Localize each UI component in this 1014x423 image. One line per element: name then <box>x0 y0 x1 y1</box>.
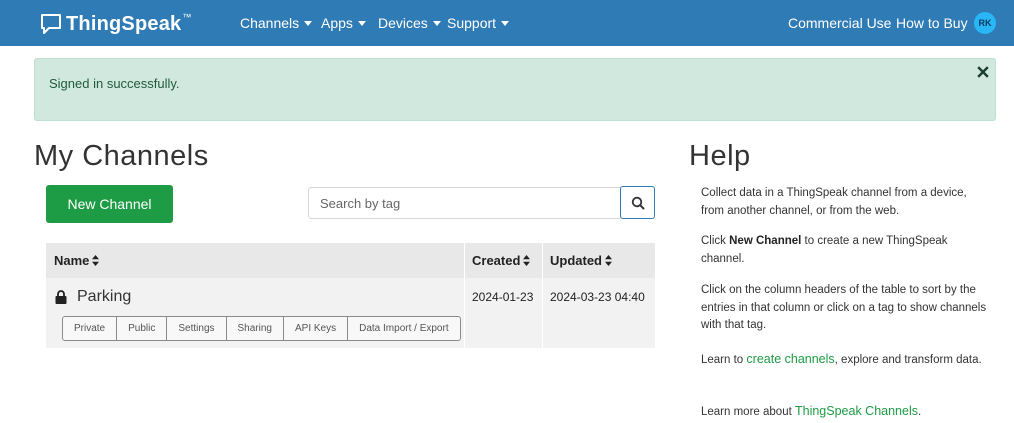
search-icon <box>631 196 644 209</box>
channel-name-link[interactable]: Parking <box>55 288 131 306</box>
column-header-label: Updated <box>550 253 602 268</box>
sharing-button[interactable]: Sharing <box>226 316 284 341</box>
search-button[interactable] <box>620 186 655 219</box>
nav-menu-support[interactable]: Support <box>447 14 510 32</box>
api-keys-button[interactable]: API Keys <box>283 316 349 341</box>
close-icon[interactable] <box>976 65 990 79</box>
thingspeak-channels-link[interactable]: ThingSpeak Channels <box>795 404 918 418</box>
search-by-tag-input[interactable] <box>308 187 621 219</box>
create-channels-link[interactable]: create channels <box>746 352 834 366</box>
lock-icon <box>55 290 67 304</box>
caret-down-icon <box>432 20 441 26</box>
sort-icon <box>523 255 531 266</box>
created-date: 2024-01-23 <box>472 290 534 304</box>
brand-logo[interactable]: ThingSpeak ™ <box>40 10 191 38</box>
nav-menu-channels[interactable]: Channels <box>240 14 313 32</box>
help-paragraph: Click New Channel to create a new ThingS… <box>701 233 991 268</box>
channel-actions: Private Public Settings Sharing API Keys… <box>62 316 461 341</box>
settings-button[interactable]: Settings <box>167 316 227 341</box>
help-paragraph: Learn to create channels, explore and tr… <box>701 351 991 370</box>
help-title: Help <box>689 140 751 172</box>
nav-menu-label: Devices <box>378 15 428 31</box>
updated-date: 2024-03-23 04:40 <box>550 290 645 304</box>
column-header-created[interactable]: Created <box>464 243 542 278</box>
column-header-name[interactable]: Name <box>46 243 464 278</box>
help-text: Learn to <box>701 354 747 366</box>
top-navbar: ThingSpeak ™ Channels Apps Devices Suppo… <box>0 0 1014 46</box>
nav-menu-label: Apps <box>321 15 353 31</box>
channel-name: Parking <box>77 288 132 305</box>
help-text: , explore and transform data. <box>834 354 982 366</box>
chat-bubble-icon <box>41 14 61 34</box>
help-text-bold: New Channel <box>729 235 802 247</box>
column-header-label: Created <box>472 253 521 268</box>
column-header-label: Name <box>54 253 90 268</box>
nav-menu-devices[interactable]: Devices <box>378 14 441 32</box>
help-paragraph: Collect data in a ThingSpeak channel fro… <box>701 187 967 217</box>
user-avatar[interactable]: RK <box>974 12 996 34</box>
help-text: . <box>917 406 922 418</box>
brand-name: ThingSpeak <box>66 12 182 35</box>
public-view-button[interactable]: Public <box>117 316 168 341</box>
nav-menu-apps[interactable]: Apps <box>321 14 366 32</box>
nav-menu-label: Support <box>447 15 497 31</box>
sort-icon <box>92 255 100 266</box>
page-title: My Channels <box>34 140 209 172</box>
success-alert: Signed in successfully. <box>34 58 996 121</box>
caret-down-icon <box>501 20 510 26</box>
nav-link-how-to-buy[interactable]: How to Buy <box>896 14 968 32</box>
private-view-button[interactable]: Private <box>62 316 118 341</box>
channels-table: Name Created Updated Parking Private Pub… <box>46 243 655 348</box>
caret-down-icon <box>357 20 366 26</box>
help-text: Click <box>701 235 730 247</box>
column-divider <box>542 243 543 348</box>
column-header-updated[interactable]: Updated <box>542 243 655 278</box>
help-paragraph: Click on the column headers of the table… <box>701 284 987 331</box>
new-channel-button[interactable]: New Channel <box>46 185 173 223</box>
nav-link-commercial-use[interactable]: Commercial Use <box>788 14 891 32</box>
caret-down-icon <box>304 20 313 26</box>
alert-message: Signed in successfully. <box>49 76 180 91</box>
sort-icon <box>605 255 612 266</box>
help-text: Learn more about <box>701 406 795 418</box>
column-divider <box>464 243 465 348</box>
data-import-export-button[interactable]: Data Import / Export <box>348 316 461 341</box>
help-paragraph: Learn more about ThingSpeak Channels. <box>701 403 991 422</box>
brand-trademark: ™ <box>182 12 192 22</box>
nav-menu-label: Channels <box>240 15 300 31</box>
